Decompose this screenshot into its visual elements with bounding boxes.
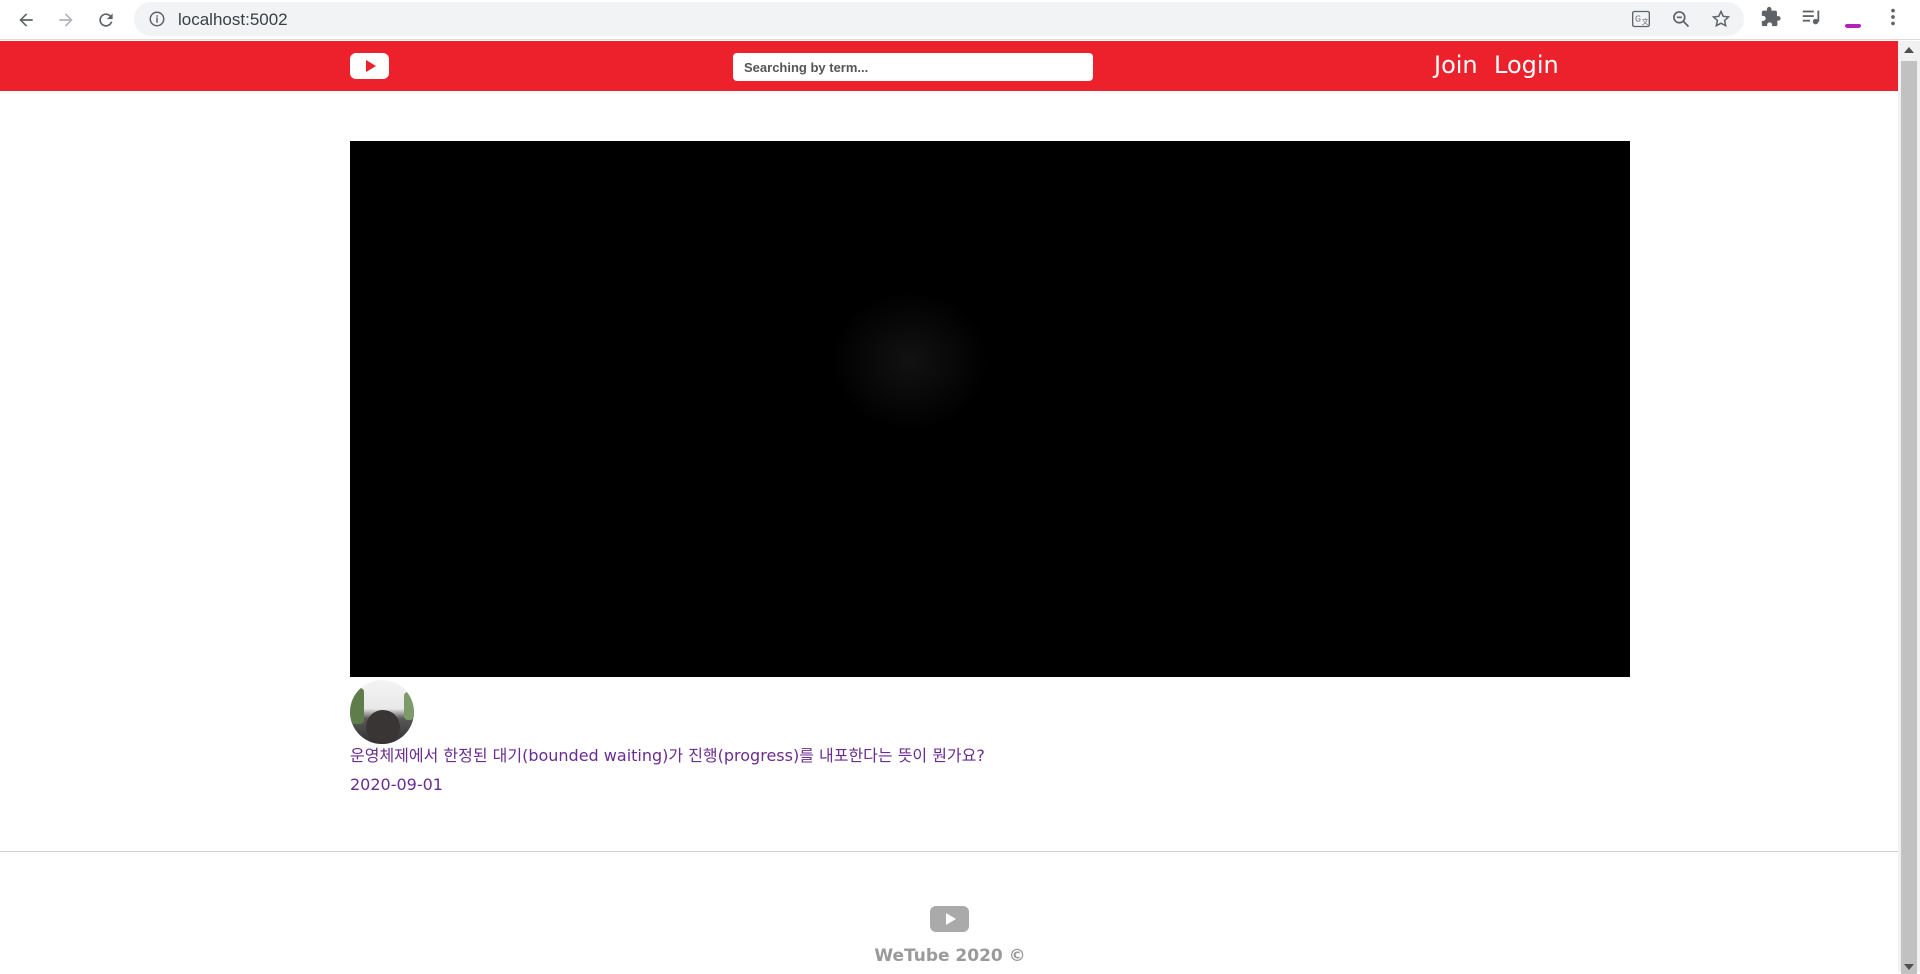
- video-date: 2020-09-01: [350, 775, 443, 794]
- zoom-out-icon[interactable]: [1671, 9, 1691, 29]
- forward-button[interactable]: [50, 4, 82, 36]
- info-icon[interactable]: [148, 10, 166, 28]
- svg-text:文: 文: [1642, 17, 1649, 26]
- scroll-thumb[interactable]: [1901, 61, 1917, 974]
- reload-icon: [99, 13, 113, 27]
- video-player[interactable]: [350, 141, 1630, 677]
- translate-icon[interactable]: G文: [1631, 9, 1651, 29]
- video-frame: [830, 291, 990, 431]
- bookmark-star-icon[interactable]: [1711, 9, 1731, 29]
- address-url: localhost:5002: [178, 10, 288, 29]
- address-bar[interactable]: localhost:5002 G文: [134, 2, 1744, 36]
- search-input[interactable]: [733, 53, 1093, 81]
- login-link[interactable]: Login: [1494, 51, 1559, 79]
- join-link[interactable]: Join: [1434, 51, 1478, 79]
- browser-toolbar: localhost:5002 G文: [0, 0, 1920, 40]
- site-header: Join Login: [0, 41, 1898, 91]
- scroll-up-arrow-icon[interactable]: [1904, 47, 1914, 53]
- footer-divider: [0, 851, 1898, 852]
- svg-text:G: G: [1635, 15, 1641, 24]
- scroll-down-arrow-icon[interactable]: [1904, 964, 1914, 970]
- back-button[interactable]: [10, 4, 42, 36]
- profile-avatar[interactable]: [1842, 8, 1864, 30]
- uploader-avatar[interactable]: [350, 680, 414, 744]
- reload-button[interactable]: [90, 4, 122, 36]
- extensions-icon[interactable]: [1760, 6, 1782, 28]
- back-icon: [19, 13, 33, 27]
- home-logo-play-icon[interactable]: [350, 53, 389, 79]
- media-playlist-icon[interactable]: [1800, 6, 1822, 28]
- forward-icon: [59, 13, 73, 27]
- menu-kebab-icon[interactable]: [1882, 6, 1904, 28]
- footer-copyright: WeTube 2020 ©: [874, 946, 1026, 966]
- video-title-link[interactable]: 운영체제에서 한정된 대기(bounded waiting)가 진행(progr…: [350, 742, 985, 766]
- footer-logo-play-icon: [930, 906, 969, 932]
- page-scrollbar[interactable]: [1898, 41, 1920, 974]
